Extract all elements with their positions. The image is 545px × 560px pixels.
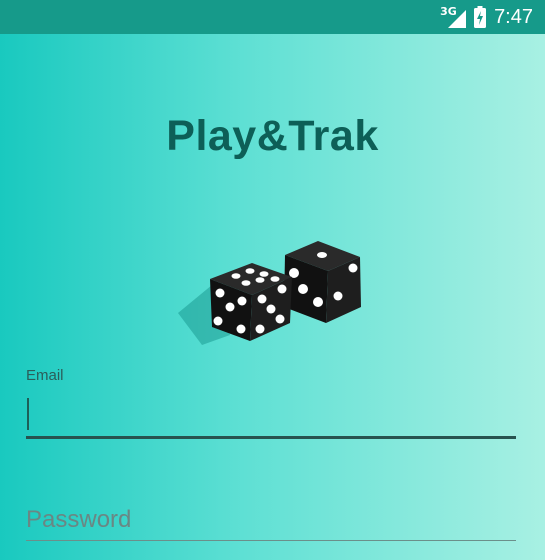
email-field[interactable] <box>26 396 516 439</box>
email-label: Email <box>26 367 64 384</box>
battery-charging-icon <box>474 6 487 28</box>
status-time: 7:47 <box>494 6 533 28</box>
status-bar: 3G 7:47 <box>0 0 545 34</box>
login-screen: 3G 7:47 Play&Trak Email <box>0 0 545 560</box>
app-title: Play&Trak <box>166 112 379 160</box>
text-cursor <box>27 398 29 430</box>
status-icons: 3G 7:47 <box>440 0 533 34</box>
signal-indicator: 3G <box>440 6 467 28</box>
signal-icon <box>448 10 467 28</box>
dice-icon <box>178 241 361 345</box>
password-field[interactable] <box>26 500 516 541</box>
